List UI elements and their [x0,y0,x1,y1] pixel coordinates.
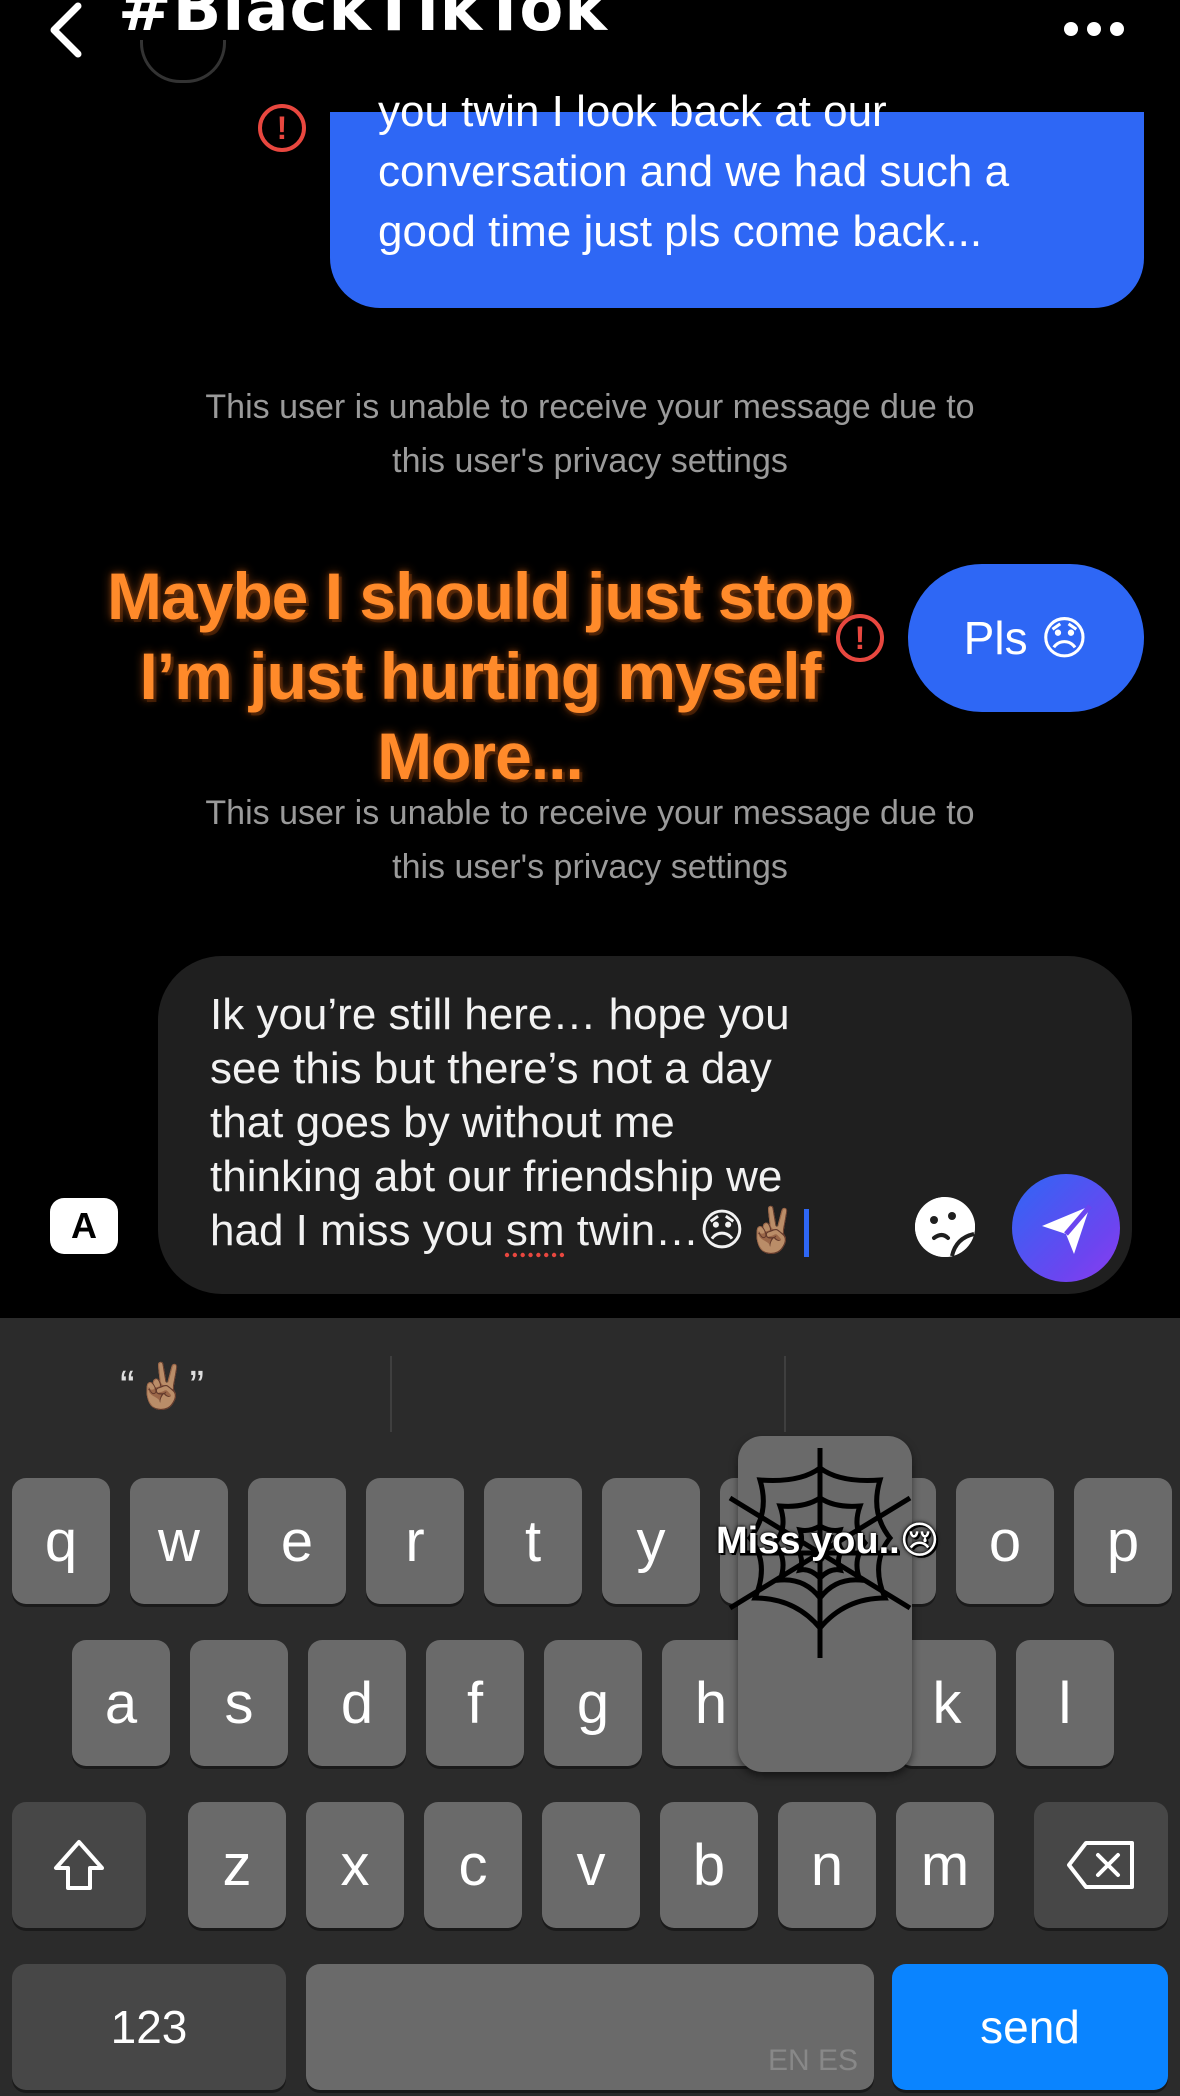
message-text: Pls 😞 [963,612,1089,664]
notice-line: this user's privacy settings [392,442,788,480]
key-v[interactable]: v [542,1802,640,1928]
key-s[interactable]: s [190,1640,288,1766]
key-x[interactable]: x [306,1802,404,1928]
delete-key[interactable] [1034,1802,1168,1928]
caption-line: Maybe I should just stop [106,559,854,633]
notice-line: This user is unable to receive your mess… [205,388,975,426]
input-text: had I miss you [210,1206,506,1255]
divider [784,1356,786,1432]
key-t[interactable]: t [484,1478,582,1604]
input-line: thinking abt our friendship we [210,1152,783,1201]
sticker-caption: Miss you..😢 [716,1520,940,1562]
notice-line: this user's privacy settings [392,848,788,886]
key-b[interactable]: b [660,1802,758,1928]
key-m[interactable]: m [896,1802,994,1928]
backspace-icon [1067,1841,1134,1889]
more-options-icon[interactable] [1064,22,1124,38]
key-d[interactable]: d [308,1640,406,1766]
key-r[interactable]: r [366,1478,464,1604]
sent-message-bubble[interactable]: Pls 😞 [908,564,1144,712]
key-q[interactable]: q [12,1478,110,1604]
shift-icon [54,1840,104,1890]
text-caret [803,1209,809,1258]
caption-line: I’m just hurting myself [139,639,821,713]
input-line: see this but there’s not a day [210,1044,772,1093]
error-icon[interactable]: ! [258,104,306,152]
key-o[interactable]: o [956,1478,1054,1604]
key-c[interactable]: c [424,1802,522,1928]
keyboard-send-key[interactable]: send [892,1964,1168,2090]
key-y[interactable]: y [602,1478,700,1604]
sticker-icon[interactable] [912,1194,978,1260]
avatar [140,40,226,83]
input-line: had I miss you sm twin…😞✌🏽 [210,1204,890,1258]
key-f[interactable]: f [426,1640,524,1766]
message-input[interactable]: Ik you’re still here… hope you see this … [210,988,890,1258]
numbers-key[interactable]: 123 [12,1964,286,2090]
input-text: twin…😞✌🏽 [564,1206,800,1255]
message-line: good time just pls come back... [378,207,983,256]
privacy-notice: This user is unable to receive your mess… [100,380,1080,488]
key-g[interactable]: g [544,1640,642,1766]
space-key[interactable]: EN ES [306,1964,874,2090]
key-n[interactable]: n [778,1802,876,1928]
keyboard-toggle-button[interactable]: A [50,1198,118,1254]
error-icon[interactable]: ! [836,614,884,662]
message-line: you twin I look back at our [378,87,887,136]
input-line: Ik you’re still here… hope you [210,990,790,1039]
key-l[interactable]: l [1016,1640,1114,1766]
privacy-notice: This user is unable to receive your mess… [100,786,1080,894]
divider [390,1356,392,1432]
key-w[interactable]: w [130,1478,228,1604]
key-a[interactable]: a [72,1640,170,1766]
suggestion-item[interactable]: “✌🏽” [120,1360,280,1440]
video-overlay-caption: Maybe I should just stop I’m just hurtin… [70,556,890,796]
misspelled-word[interactable]: sm [506,1206,565,1255]
key-e[interactable]: e [248,1478,346,1604]
message-line: conversation and we had such a [378,147,1010,196]
shift-key[interactable] [12,1802,146,1928]
send-button[interactable] [1012,1174,1120,1282]
caption-line: More... [377,719,584,793]
notice-line: This user is unable to receive your mess… [205,794,975,832]
back-icon[interactable] [44,0,94,60]
key-p[interactable]: p [1074,1478,1172,1604]
sent-message-bubble[interactable]: you twin I look back at our conversation… [330,87,1144,308]
input-line: that goes by without me [210,1098,675,1147]
language-label: EN ES [767,2044,858,2077]
send-icon [1042,1204,1092,1254]
key-z[interactable]: z [188,1802,286,1928]
